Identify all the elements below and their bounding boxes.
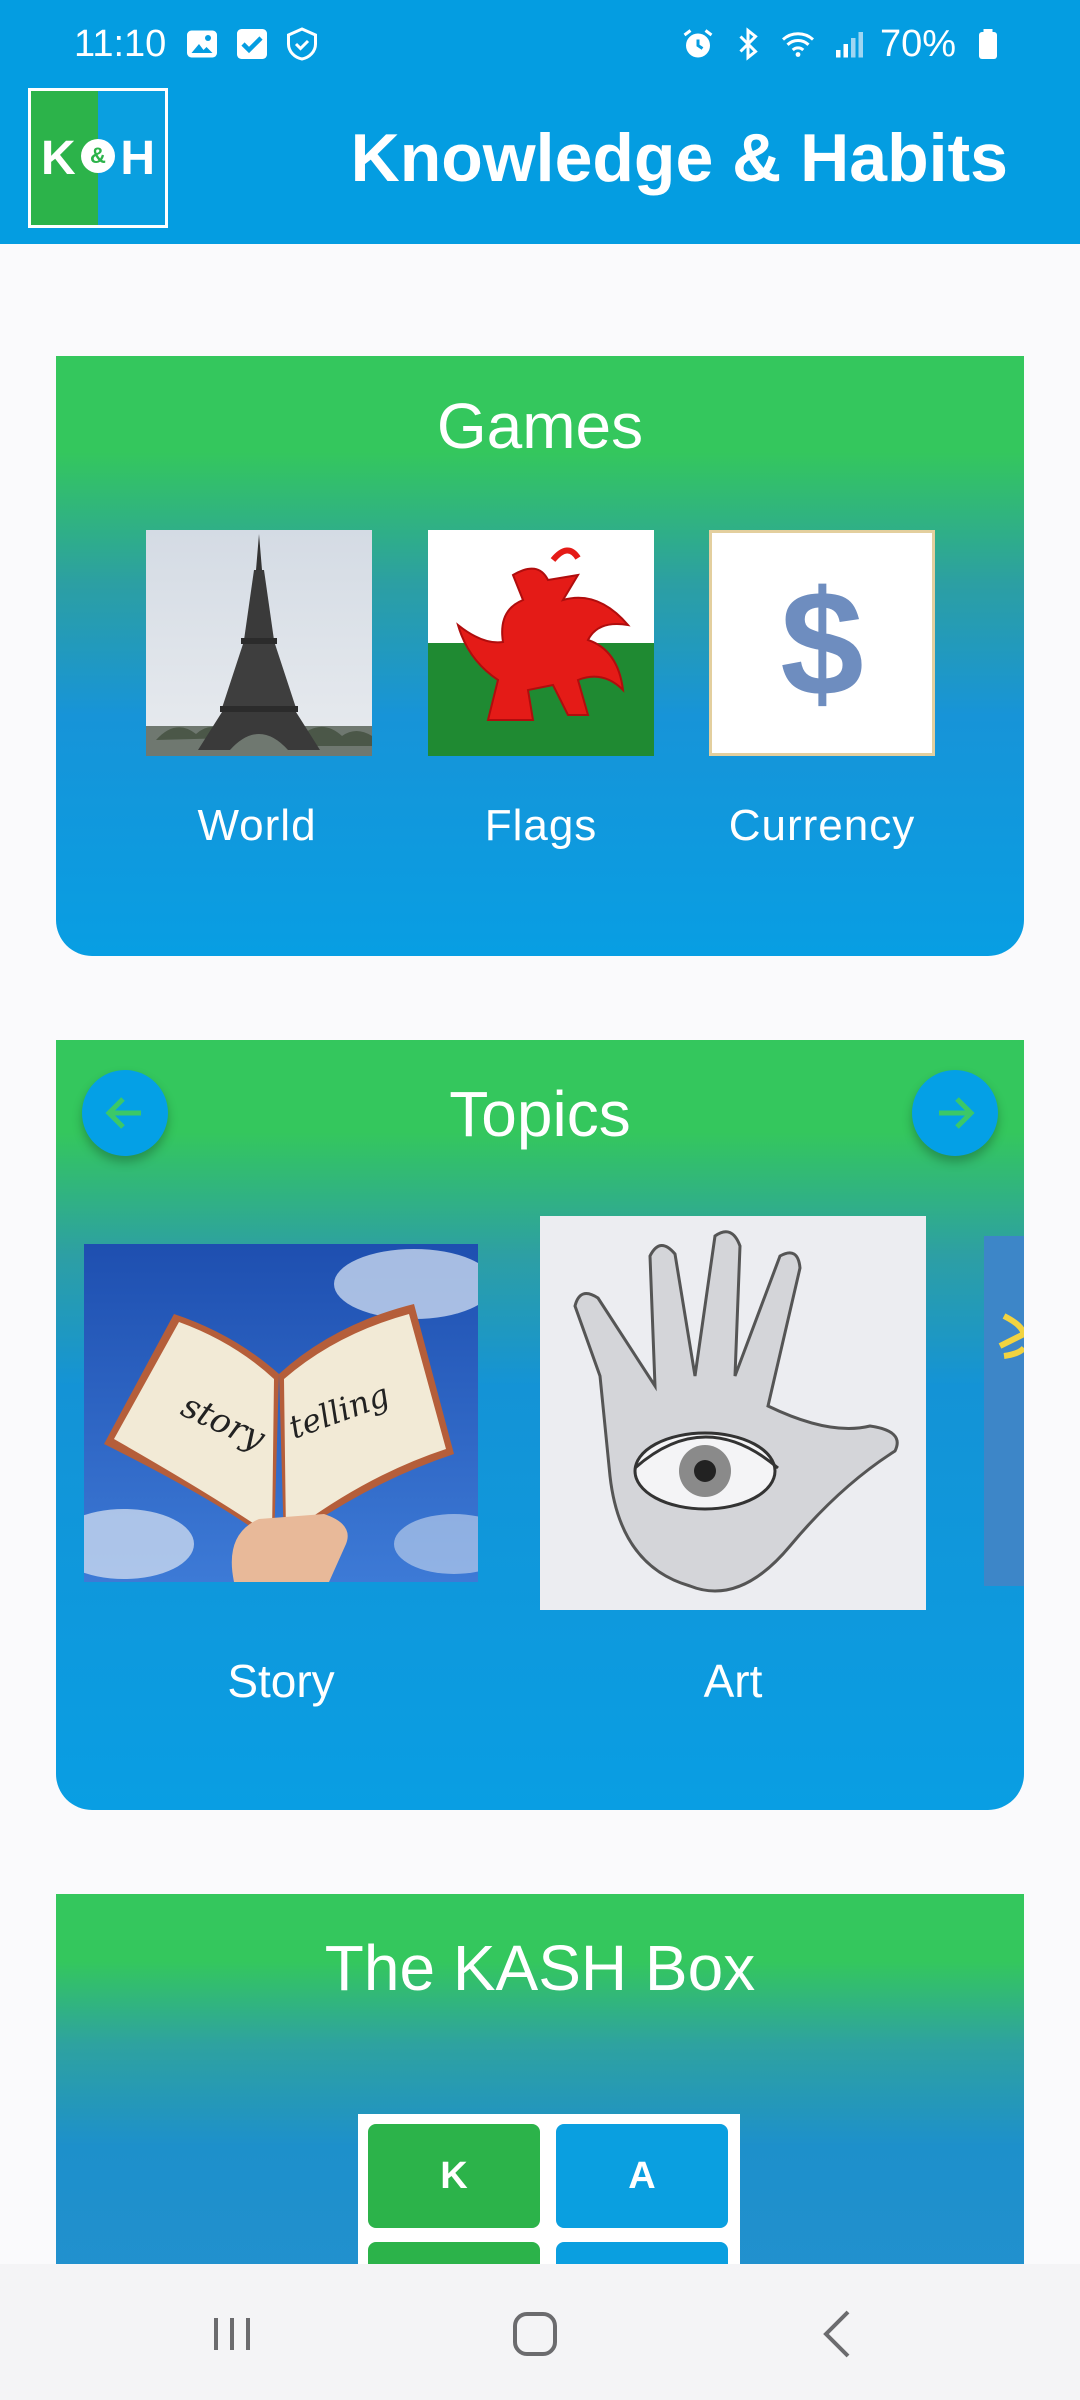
world-label[interactable]: World bbox=[117, 800, 397, 852]
games-title: Games bbox=[436, 390, 644, 462]
topics-card: Topics story telling Story Art bbox=[56, 1040, 1024, 1810]
currency-game-tile[interactable]: $ bbox=[709, 530, 935, 756]
logo-letter-k: K bbox=[41, 132, 76, 185]
logo-ampersand: & bbox=[81, 139, 115, 173]
system-nav-bar bbox=[0, 2264, 1080, 2400]
logo-letter-h: H bbox=[120, 132, 155, 185]
topics-next-button[interactable] bbox=[912, 1070, 998, 1156]
back-icon[interactable] bbox=[808, 2304, 868, 2364]
hand-eye-drawing-image[interactable] bbox=[540, 1216, 926, 1610]
home-icon[interactable] bbox=[505, 2304, 565, 2364]
kash-cell-k[interactable]: K bbox=[368, 2124, 540, 2228]
wifi-icon bbox=[781, 32, 814, 57]
topics-title: Topics bbox=[449, 1078, 631, 1150]
flags-game-tile[interactable] bbox=[428, 530, 654, 756]
battery-icon bbox=[979, 29, 997, 59]
currency-label[interactable]: Currency bbox=[682, 800, 962, 852]
story-label[interactable]: Story bbox=[131, 1654, 431, 1708]
arrow-right-icon bbox=[939, 1097, 975, 1129]
topic-partial-image[interactable] bbox=[984, 1236, 1024, 1586]
app-logo[interactable]: K & H bbox=[28, 88, 168, 228]
bluetooth-icon bbox=[739, 27, 758, 61]
flags-label[interactable]: Flags bbox=[401, 800, 681, 852]
status-left-icons bbox=[184, 26, 320, 62]
kash-cell-a[interactable]: A bbox=[556, 2124, 728, 2228]
recent-apps-icon[interactable] bbox=[202, 2304, 262, 2364]
world-game-tile[interactable] bbox=[146, 530, 372, 756]
shield-icon bbox=[287, 27, 317, 61]
battery-percent: 70% bbox=[879, 23, 956, 65]
app-title: Knowledge & Habits bbox=[350, 120, 1008, 196]
dollar-sign-image: $ bbox=[780, 559, 864, 727]
status-time: 11:10 bbox=[74, 23, 167, 65]
alarm-icon bbox=[683, 29, 713, 58]
status-right: 70% bbox=[680, 18, 1006, 70]
check-box-icon bbox=[237, 29, 267, 59]
sun-icon bbox=[998, 1313, 1024, 1359]
signal-icon bbox=[835, 32, 863, 58]
app-header: 11:10 70% K & H Knowledge & Habits bbox=[0, 0, 1080, 244]
app-screen: 11:10 70% K & H Knowledge & Habits Games bbox=[0, 0, 1080, 2400]
games-card: Games World Flags $ Currency bbox=[56, 356, 1024, 956]
image-icon bbox=[187, 30, 217, 58]
kash-box-title: The KASH Box bbox=[324, 1932, 756, 2004]
kash-box-card: The KASH Box K A bbox=[56, 1894, 1024, 2314]
storytelling-book-image[interactable]: story telling bbox=[84, 1244, 478, 1582]
art-label[interactable]: Art bbox=[583, 1654, 883, 1708]
